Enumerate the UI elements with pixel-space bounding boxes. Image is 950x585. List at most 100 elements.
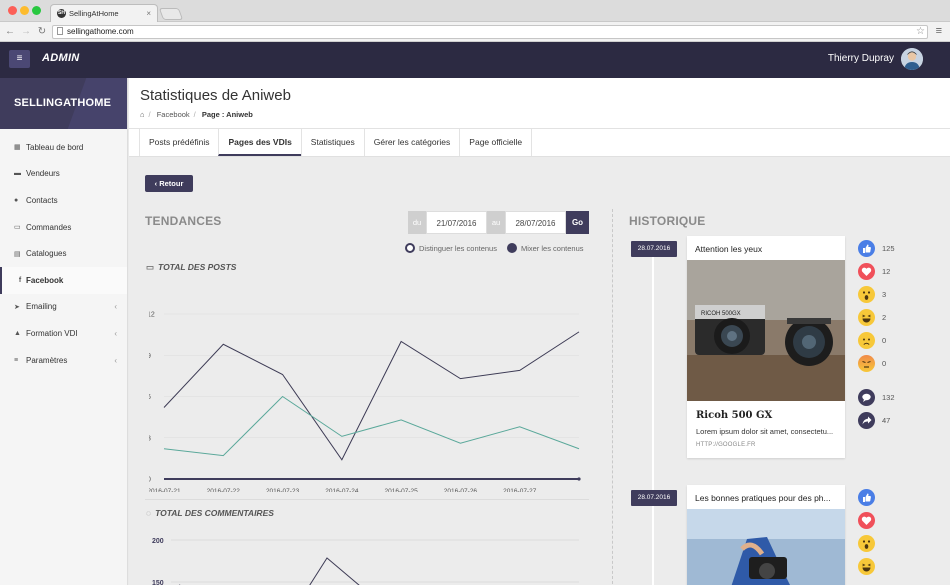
sidebar: SELLINGATHOME ▦ Tableau de bord ▬ Vendeu… — [0, 78, 128, 585]
sidebar-item-label: Facebook — [26, 275, 64, 285]
reload-icon[interactable]: ↻ — [36, 26, 48, 37]
tab-posts-predefinis[interactable]: Posts prédéfinis — [139, 129, 218, 156]
timeline-line — [652, 243, 654, 585]
user-avatar[interactable] — [901, 48, 923, 70]
reaction-comments: 132 — [858, 389, 895, 406]
sidebar-item-label: Formation VDI — [26, 328, 78, 338]
x-tick-label: 2016-07-23 — [266, 488, 300, 492]
sidebar-item-label: Paramètres — [26, 355, 68, 365]
sidebar-item-commandes[interactable]: ▭ Commandes — [0, 214, 127, 241]
sidebar-item-contacts[interactable]: ● Contacts — [0, 187, 127, 214]
url-text: sellingathome.com — [67, 27, 134, 36]
reaction-wow: 3 — [858, 286, 886, 303]
y-tick-label: 12 — [149, 312, 155, 319]
post-card[interactable]: Les bonnes pratiques pour des ph... — [687, 485, 845, 585]
timeline-date: 28.07.2016 — [631, 490, 677, 506]
sidebar-item-parametres[interactable]: ≡ Paramètres ‹ — [0, 347, 127, 374]
tab-page-officielle[interactable]: Page officielle — [459, 129, 533, 156]
page-icon — [57, 27, 63, 35]
camera-photo-icon: RICOH 500GX — [687, 260, 845, 401]
link-title: Ricoh 500 GX — [696, 410, 773, 421]
sidebar-item-facebook[interactable]: f Facebook — [0, 266, 127, 294]
y-tick-label: 150 — [152, 580, 164, 585]
sidebar-item-vendeurs[interactable]: ▬ Vendeurs — [0, 161, 127, 188]
back-button[interactable]: ‹ Retour — [145, 175, 193, 192]
close-tab-icon[interactable]: × — [146, 9, 151, 18]
like-icon — [858, 240, 875, 257]
y-tick-label: 200 — [152, 538, 164, 545]
admin-header: ≡ ADMIN Thierry Dupray — [0, 42, 950, 78]
series-line-partial — [309, 557, 360, 585]
browser-tab-strip: SH SellingAtHome × — [0, 0, 950, 22]
column-divider — [612, 209, 613, 585]
reaction-shares: 47 — [858, 412, 890, 429]
x-tick-label: 2016-07-26 — [444, 488, 478, 492]
y-tick-label: 3 — [149, 435, 151, 442]
chevron-left-icon: ‹ — [114, 328, 117, 338]
chart-icon: ▭ — [146, 262, 155, 272]
sidebar-item-formation-vdi[interactable]: ▲ Formation VDI ‹ — [0, 320, 127, 347]
tab-title: SellingAtHome — [69, 9, 119, 18]
comments-line-chart: 200 150 — [152, 538, 579, 585]
sidebar-item-emailing[interactable]: ➤ Emailing ‹ — [0, 294, 127, 321]
post-image — [687, 509, 845, 585]
date-range-picker: du 21/07/2016 au 28/07/2016 Go — [408, 211, 589, 234]
post-card[interactable]: Attention les yeux RICOH 500GX Ricoh 500… — [687, 236, 845, 458]
sidebar-item-catalogues[interactable]: ▤ Catalogues — [0, 240, 127, 267]
from-date-input[interactable]: 21/07/2016 — [426, 211, 487, 234]
maximize-window-button[interactable] — [32, 6, 41, 15]
forward-arrow-icon[interactable]: → — [20, 26, 32, 37]
sad-icon — [858, 332, 875, 349]
tab-bar: Posts prédéfinis Pages des VDIs Statisti… — [129, 129, 950, 157]
svg-text:RICOH 500GX: RICOH 500GX — [701, 311, 741, 317]
radio-mix[interactable] — [506, 243, 517, 253]
user-name[interactable]: Thierry Dupray — [828, 53, 894, 64]
go-button[interactable]: Go — [566, 211, 589, 234]
page-header: Statistiques de Aniweb ⌂ / Facebook / Page… — [129, 78, 950, 129]
heart-icon — [858, 512, 875, 529]
angry-icon — [858, 355, 875, 372]
tab-statistiques[interactable]: Statistiques — [300, 129, 364, 156]
reaction-like — [858, 489, 882, 506]
chevron-left-icon: ‹ — [114, 355, 117, 365]
reaction-haha — [858, 558, 882, 575]
sidebar-item-label: Vendeurs — [26, 169, 60, 179]
x-tick-label: 2016-07-25 — [385, 488, 419, 492]
facebook-icon: f — [18, 276, 22, 284]
tab-pages-des-vdis[interactable]: Pages des VDIs — [218, 129, 301, 156]
reaction-sad: 0 — [858, 332, 886, 349]
address-bar[interactable]: sellingathome.com — [52, 25, 928, 39]
minimize-window-button[interactable] — [20, 6, 29, 15]
radio-distinguish[interactable] — [405, 243, 415, 253]
reaction-haha: 2 — [858, 309, 886, 326]
post-title: Attention les yeux — [695, 244, 763, 254]
radio-distinguish-label: Distinguer les contenus — [419, 243, 497, 253]
bookmark-star-icon[interactable]: ☆ — [916, 26, 925, 37]
reaction-angry: 0 — [858, 355, 886, 372]
catalog-icon: ▤ — [14, 250, 21, 258]
reaction-love — [858, 512, 882, 529]
browser-tab[interactable]: SH SellingAtHome × — [50, 4, 158, 22]
to-date-input[interactable]: 28/07/2016 — [505, 211, 566, 234]
home-icon[interactable]: ⌂ — [140, 110, 145, 119]
new-tab-button[interactable] — [158, 8, 184, 20]
sidebar-item-tableau-de-bord[interactable]: ▦ Tableau de bord — [0, 134, 127, 161]
post-link-preview[interactable]: Ricoh 500 GX Lorem ipsum dolor sit amet,… — [687, 401, 845, 458]
haha-icon — [858, 558, 875, 575]
graduation-icon: ▲ — [14, 329, 21, 337]
tab-gerer-categories[interactable]: Gérer les catégories — [363, 129, 460, 156]
browser-toolbar: ← → ↻ sellingathome.com ☆ ≡ — [0, 22, 950, 42]
main-area: Statistiques de Aniweb ⌂ / Facebook / Page… — [129, 78, 950, 585]
users-icon: ● — [14, 196, 19, 204]
close-window-button[interactable] — [8, 6, 17, 15]
sidebar-item-label: Catalogues — [26, 249, 67, 259]
sidebar-item-label: Contacts — [26, 195, 58, 205]
menu-toggle-button[interactable]: ≡ — [9, 50, 30, 68]
back-arrow-icon[interactable]: ← — [4, 26, 16, 37]
comments-icon: ◌ — [146, 508, 152, 518]
sidebar-logo[interactable]: SELLINGATHOME — [0, 78, 127, 129]
reaction-love: 12 — [858, 263, 890, 280]
breadcrumb-link[interactable]: Facebook — [157, 110, 190, 119]
browser-menu-icon[interactable]: ≡ — [936, 25, 942, 37]
section-divider — [145, 499, 589, 500]
